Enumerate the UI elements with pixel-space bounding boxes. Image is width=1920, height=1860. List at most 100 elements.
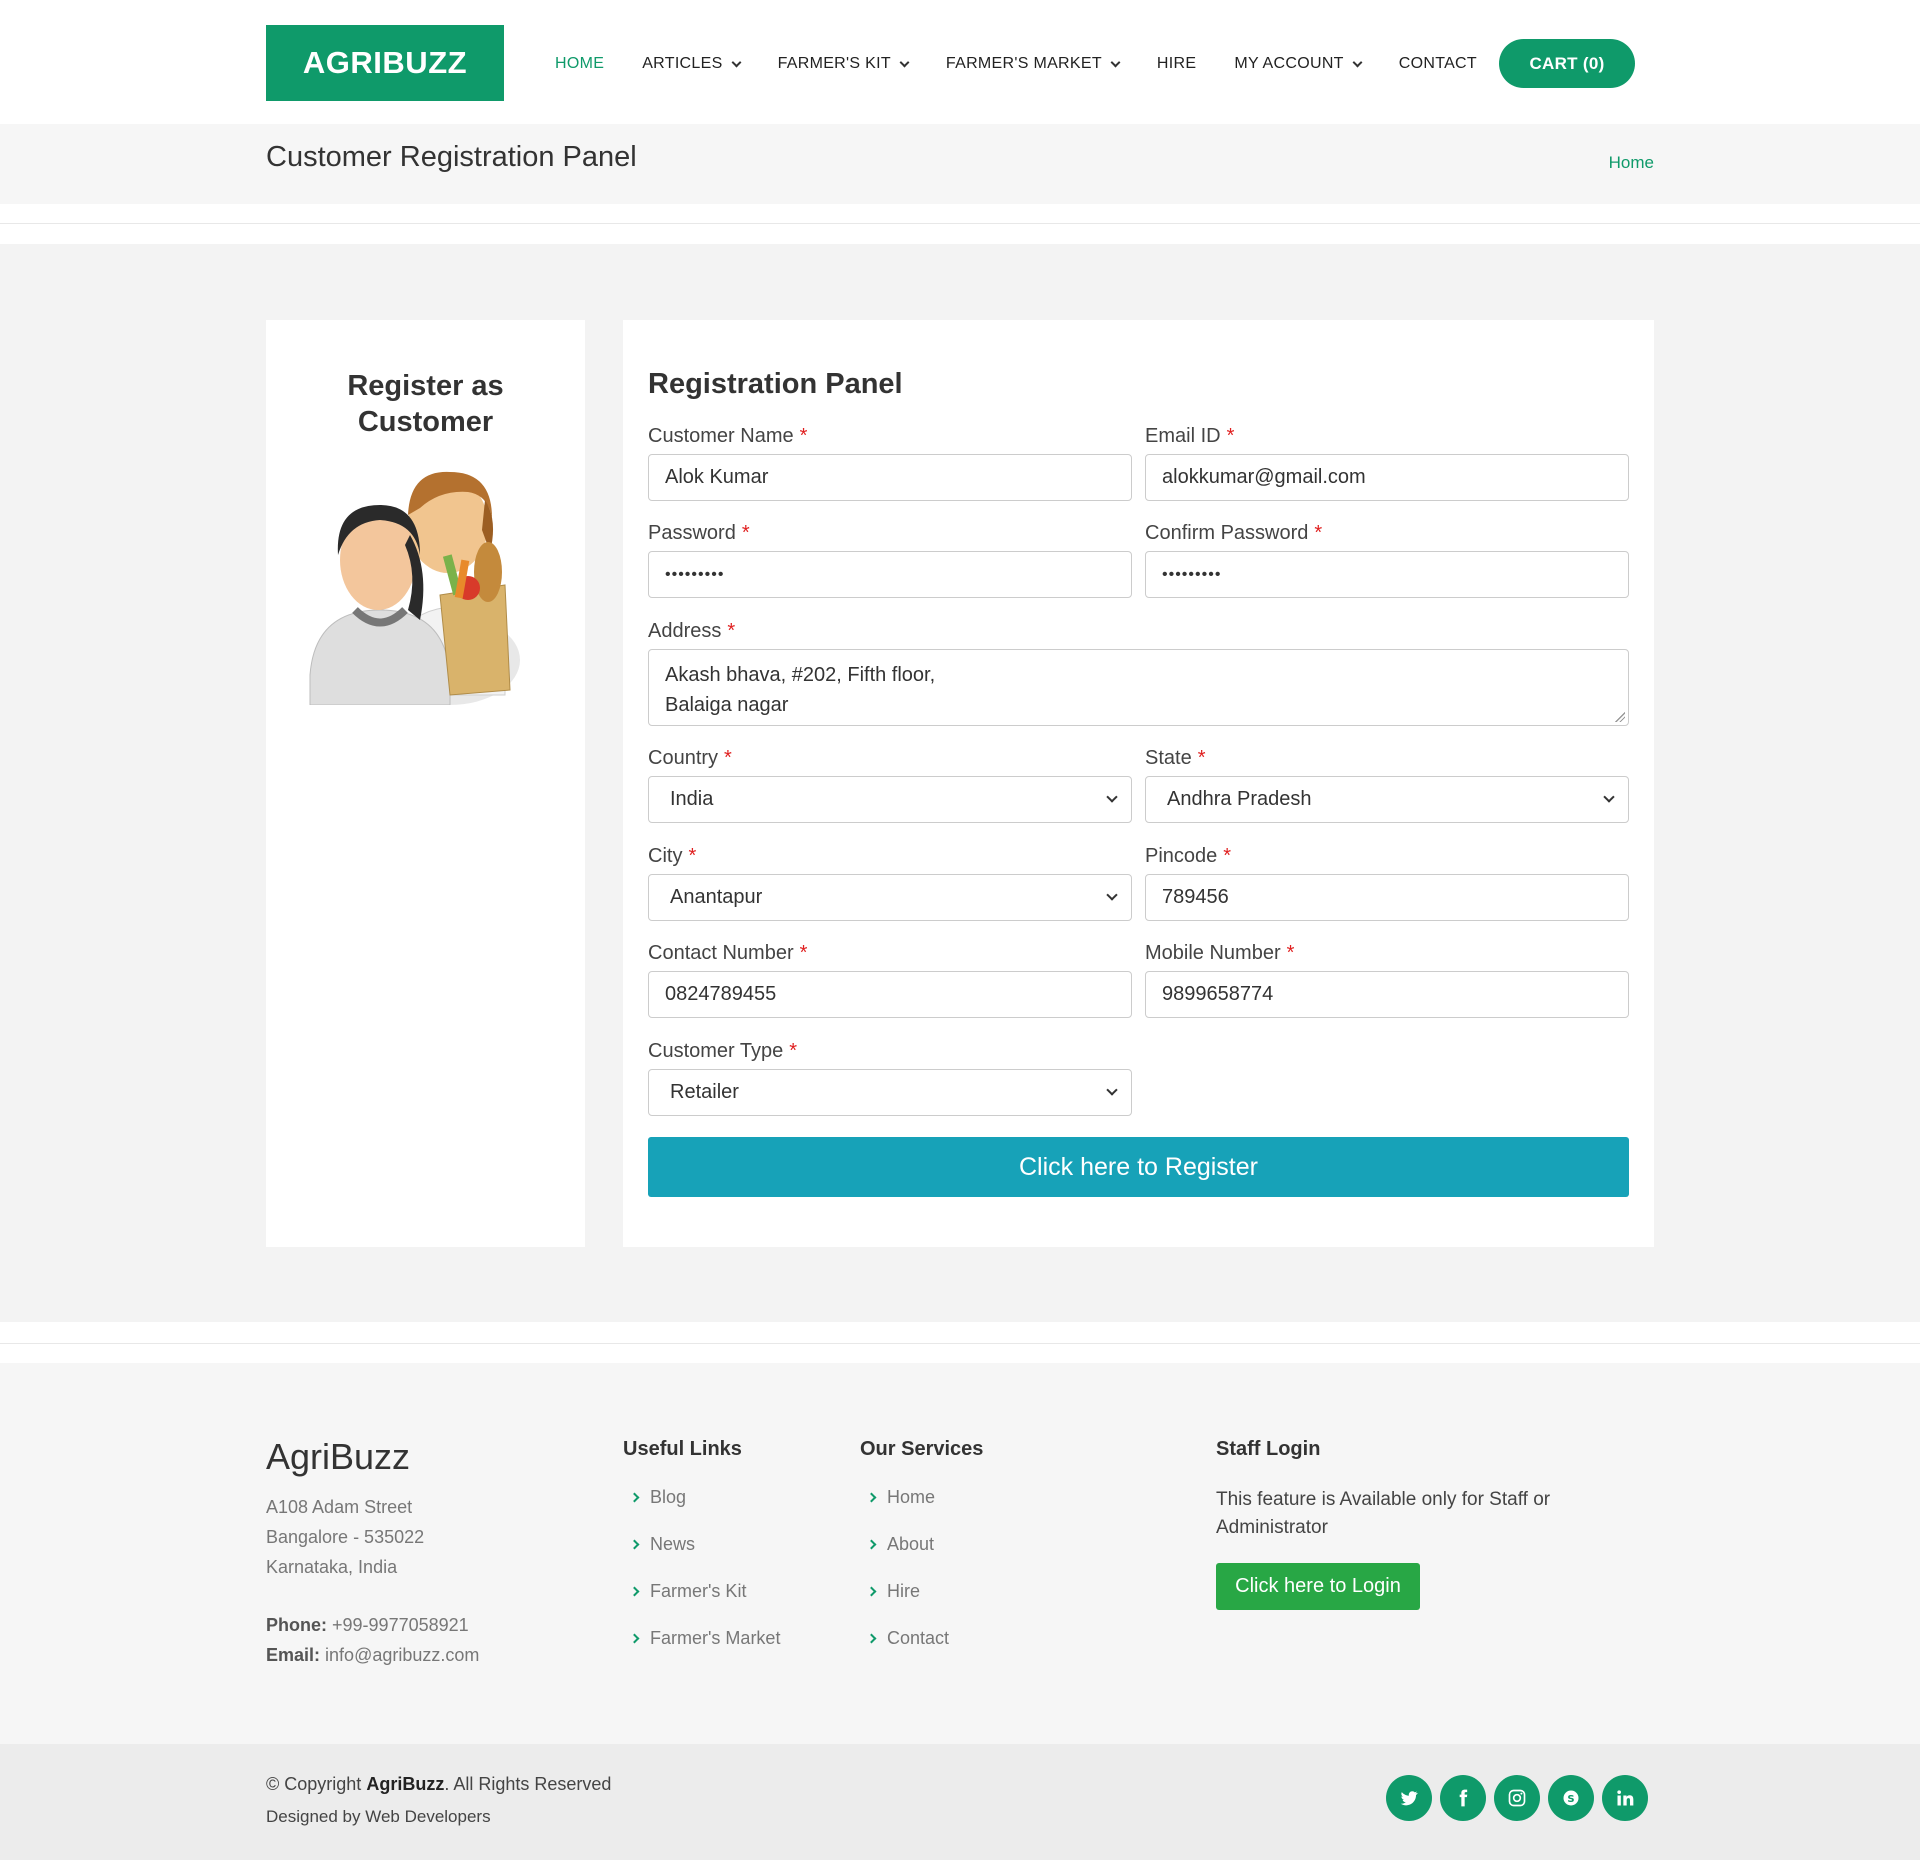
customer-name-input[interactable]: Alok Kumar <box>648 454 1132 501</box>
required-marker: * <box>1223 845 1232 867</box>
country-value: India <box>670 788 714 810</box>
chevron-down-icon <box>1110 57 1121 67</box>
twitter-icon[interactable] <box>1386 1775 1432 1821</box>
footer-service-contact[interactable]: Contact <box>866 1615 949 1662</box>
email-input[interactable]: alokkumar@gmail.com <box>1145 454 1629 501</box>
designed-by: Designed by Web Developers <box>266 1807 491 1826</box>
address-label: Address * <box>648 620 735 643</box>
email-label: Email ID * <box>1145 425 1234 448</box>
facebook-icon[interactable] <box>1440 1775 1486 1821</box>
useful-links-title: Useful Links <box>623 1438 742 1460</box>
required-marker: * <box>1314 522 1323 544</box>
address-textarea[interactable]: Akash bhava, #202, Fifth floor, Balaiga … <box>648 649 1629 726</box>
required-marker: * <box>741 522 750 544</box>
copyright: © Copyright AgriBuzz. All Rights Reserve… <box>266 1774 611 1795</box>
resize-handle-icon[interactable] <box>1615 712 1625 722</box>
nav-articles[interactable]: ARTICLES <box>642 55 742 73</box>
address-value: Akash bhava, #202, Fifth floor, Balaiga … <box>665 664 936 716</box>
chevron-right-icon <box>629 1492 640 1503</box>
contact-number-input[interactable]: 0824789455 <box>648 971 1132 1018</box>
chevron-down-icon <box>1106 1084 1118 1096</box>
required-marker: * <box>724 747 732 769</box>
copyright-suffix: . All Rights Reserved <box>444 1774 612 1794</box>
side-title: Register as Customer <box>266 368 585 440</box>
chevron-right-icon <box>866 1492 877 1503</box>
required-marker: * <box>1286 942 1295 964</box>
svg-text:S: S <box>1567 1794 1574 1805</box>
link-label: About <box>887 1534 935 1554</box>
nav-farmers-market[interactable]: FARMER'S MARKET <box>946 55 1121 73</box>
chevron-right-icon <box>866 1633 877 1644</box>
footer-service-hire[interactable]: Hire <box>866 1568 949 1615</box>
customer-name-label: Customer Name * <box>648 425 807 448</box>
nav-my-account[interactable]: MY ACCOUNT <box>1234 55 1363 73</box>
chevron-down-icon <box>1352 57 1363 67</box>
customer-shopping-illustration <box>309 471 520 705</box>
state-label: State * <box>1145 747 1206 770</box>
city-value: Anantapur <box>670 886 763 908</box>
linkedin-icon[interactable] <box>1602 1775 1648 1821</box>
city-label-text: City <box>648 845 683 867</box>
staff-login-text: This feature is Available only for Staff… <box>1216 1489 1551 1538</box>
chevron-down-icon <box>899 57 910 67</box>
customer-type-label-text: Customer Type <box>648 1040 784 1062</box>
chevron-right-icon <box>866 1586 877 1597</box>
link-label: Contact <box>887 1628 950 1648</box>
footer-link-news[interactable]: News <box>629 1521 780 1568</box>
address-line: Bangalore - 535022 <box>266 1527 425 1547</box>
password-label-text: Password <box>648 522 736 544</box>
customer-type-select[interactable]: Retailer <box>648 1069 1132 1116</box>
chevron-right-icon <box>629 1586 640 1597</box>
country-select[interactable]: India <box>648 776 1132 823</box>
cart-button[interactable]: CART (0) <box>1499 39 1635 88</box>
required-marker: * <box>1226 425 1235 447</box>
staff-login-button[interactable]: Click here to Login <box>1216 1563 1420 1610</box>
page-title: Customer Registration Panel <box>266 141 637 173</box>
nav-hire[interactable]: HIRE <box>1157 55 1196 73</box>
registration-form: Registration Panel Customer Name * Alok K… <box>623 320 1654 1247</box>
mobile-number-input[interactable]: 9899658774 <box>1145 971 1629 1018</box>
services-title: Our Services <box>860 1438 984 1460</box>
nav-home[interactable]: HOME <box>555 55 604 73</box>
useful-links-list: Blog News Farmer's Kit Farmer's Market <box>629 1474 780 1662</box>
footer-link-farmers-kit[interactable]: Farmer's Kit <box>629 1568 780 1615</box>
copyright-prefix: © Copyright <box>266 1774 362 1794</box>
instagram-icon[interactable] <box>1494 1775 1540 1821</box>
confirm-password-label: Confirm Password * <box>1145 522 1322 545</box>
main-nav: HOME ARTICLES FARMER'S KIT FARMER'S MARK… <box>555 44 1515 84</box>
required-marker: * <box>789 1040 798 1062</box>
footer-link-blog[interactable]: Blog <box>629 1474 780 1521</box>
pincode-label: Pincode * <box>1145 845 1231 868</box>
footer-brand: AgriBuzz <box>266 1436 411 1477</box>
email-value[interactable]: info@agribuzz.com <box>325 1645 479 1665</box>
mobile-number-label-text: Mobile Number <box>1145 942 1281 964</box>
password-input[interactable]: ••••••••• <box>648 551 1132 598</box>
nav-farmers-kit-label: FARMER'S KIT <box>777 55 891 72</box>
skype-icon[interactable]: S <box>1548 1775 1594 1821</box>
link-label: Home <box>887 1487 936 1507</box>
city-select[interactable]: Anantapur <box>648 874 1132 921</box>
footer-service-about[interactable]: About <box>866 1521 949 1568</box>
nav-farmers-kit[interactable]: FARMER'S KIT <box>777 55 910 73</box>
contact-number-label: Contact Number * <box>648 942 807 965</box>
pincode-input[interactable]: 789456 <box>1145 874 1629 921</box>
chevron-right-icon <box>629 1633 640 1644</box>
nav-hire-label: HIRE <box>1156 55 1197 72</box>
site-logo[interactable]: AGRIBUZZ <box>266 25 504 101</box>
link-label: Hire <box>887 1581 921 1601</box>
city-label: City * <box>648 845 696 868</box>
footer-link-farmers-market[interactable]: Farmer's Market <box>629 1615 780 1662</box>
required-marker: * <box>799 942 808 964</box>
breadcrumb-home[interactable]: Home <box>1609 153 1654 173</box>
required-marker: * <box>799 425 808 447</box>
footer-email: Email: info@agribuzz.com <box>266 1640 479 1670</box>
footer-service-home[interactable]: Home <box>866 1474 949 1521</box>
state-select[interactable]: Andhra Pradesh <box>1145 776 1629 823</box>
register-button[interactable]: Click here to Register <box>648 1137 1629 1197</box>
nav-contact[interactable]: CONTACT <box>1399 55 1477 73</box>
chevron-down-icon <box>1603 791 1615 803</box>
email-label: Email: <box>266 1645 321 1665</box>
services-list: Home About Hire Contact <box>866 1474 949 1662</box>
contact-number-label-text: Contact Number <box>648 942 794 964</box>
confirm-password-input[interactable]: ••••••••• <box>1145 551 1629 598</box>
